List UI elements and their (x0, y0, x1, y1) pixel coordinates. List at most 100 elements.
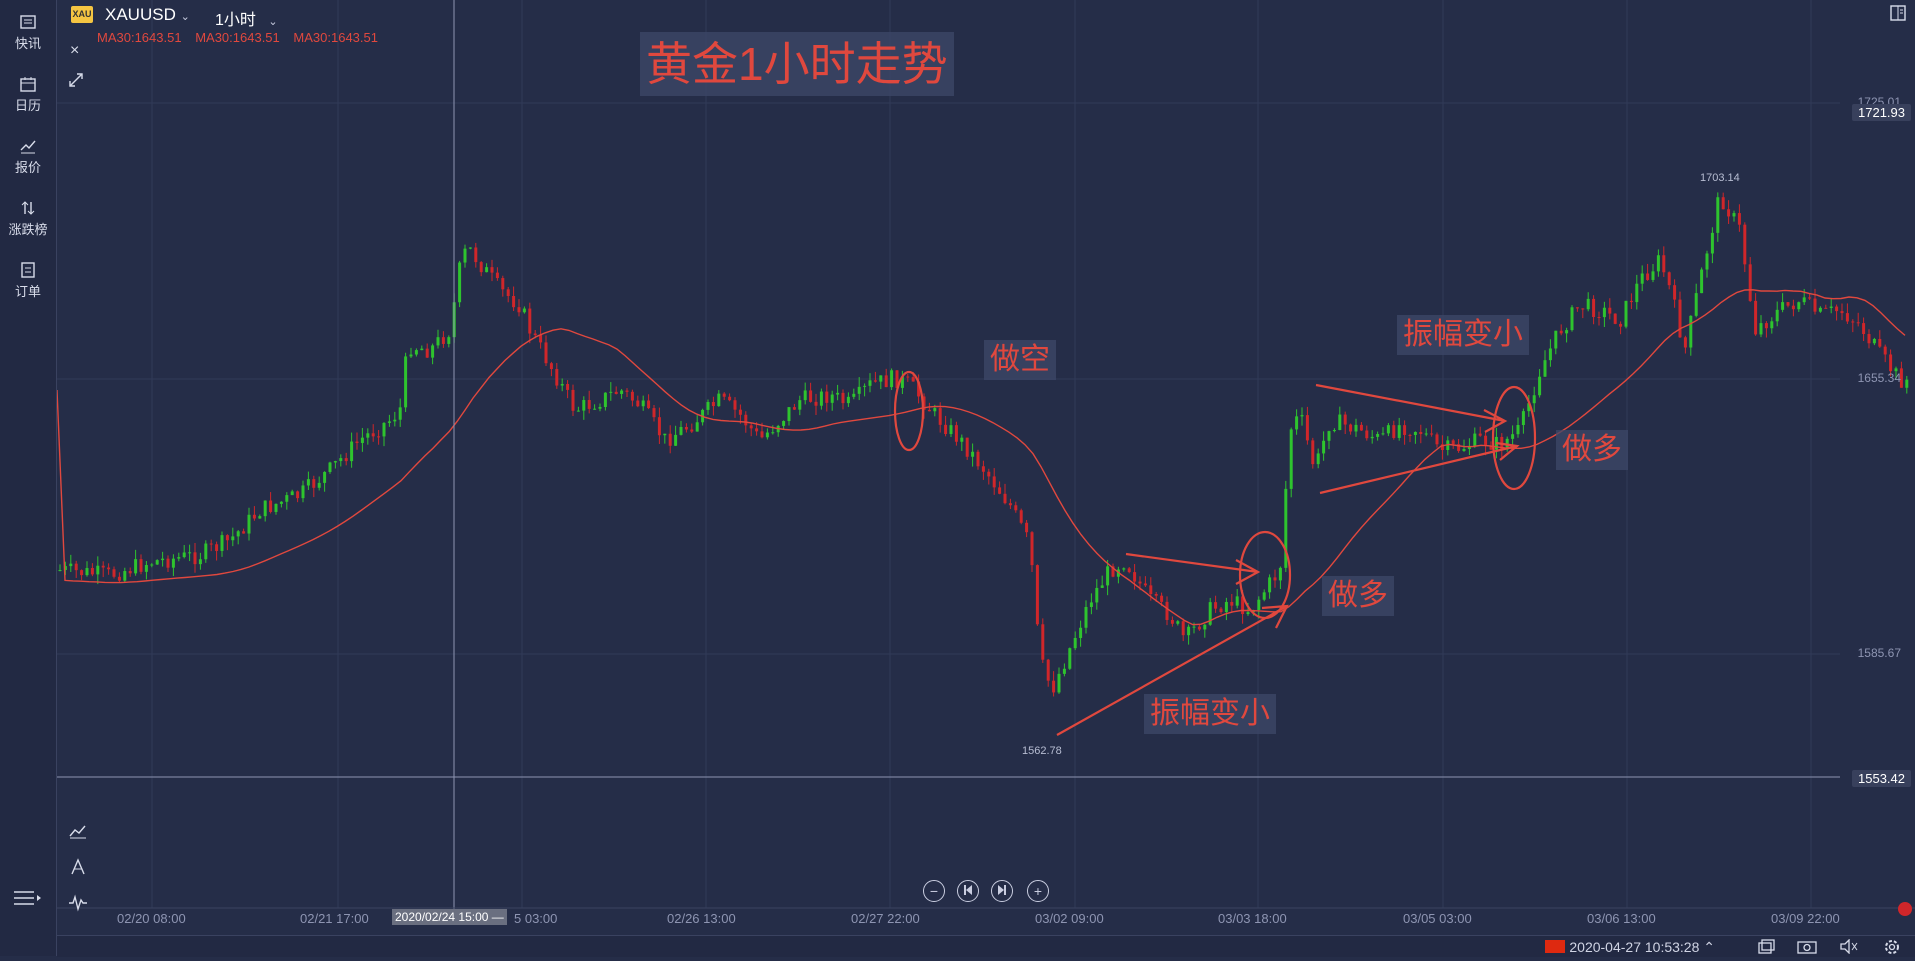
candle-body (576, 410, 580, 412)
candle-body (1678, 299, 1682, 338)
candle-body (58, 570, 62, 572)
long-annotation: 做多 (1556, 430, 1628, 470)
candle-body (857, 386, 861, 394)
candle-body (1160, 595, 1164, 602)
candle-body (1905, 379, 1909, 388)
candle-body (1322, 440, 1326, 454)
candle-body (522, 308, 526, 313)
china-flag-icon (1545, 940, 1565, 953)
candlestick-chart[interactable] (57, 0, 1915, 956)
sidebar-item-quote[interactable]: 报价 (0, 138, 56, 176)
candle-body (1889, 354, 1893, 372)
candle-body (1613, 313, 1617, 324)
candle-body (1143, 583, 1147, 586)
candle-body (1602, 307, 1606, 318)
order-icon (21, 262, 35, 278)
drawing-tool-icon[interactable] (68, 858, 88, 881)
candle-body (571, 389, 575, 411)
camera-icon[interactable] (1797, 939, 1817, 959)
candle-body (679, 426, 683, 435)
chevron-up-icon[interactable]: ⌃ (1703, 939, 1715, 955)
candle-body (836, 392, 840, 395)
price-axis-label: 1655.34 (1857, 371, 1901, 385)
sidebar-item-calendar[interactable]: 日历 (0, 76, 56, 114)
candle-body (728, 396, 732, 401)
candle-body (323, 471, 327, 483)
candle-body (1214, 602, 1218, 609)
candle-body (1289, 429, 1293, 489)
candle-body (1727, 209, 1731, 217)
candle-body (301, 485, 305, 499)
wave-icon[interactable] (68, 894, 88, 917)
candle-body (846, 396, 850, 404)
scroll-to-start-button[interactable] (957, 880, 979, 902)
candle-body (938, 408, 942, 425)
candle-body (1872, 338, 1876, 344)
candle-body (1635, 283, 1639, 303)
candle-body (1359, 424, 1363, 431)
ma-label: MA30:1643.51 (97, 30, 182, 45)
indicator-icon[interactable] (68, 822, 88, 845)
candle-body (1068, 648, 1072, 669)
candle-body (501, 278, 505, 290)
mute-icon[interactable] (1839, 938, 1859, 959)
sidebar-item-news[interactable]: 快讯 (0, 14, 56, 52)
candle-body (1230, 601, 1234, 606)
candle-body (1608, 307, 1612, 314)
candle-body (1327, 431, 1331, 441)
candle-body (1689, 315, 1693, 348)
candle-body (1878, 338, 1882, 347)
zoom-out-button[interactable]: − (923, 880, 945, 902)
candle-body (1424, 433, 1428, 435)
candle-body (1262, 592, 1266, 600)
narrow-range-annotation: 振幅变小 (1397, 315, 1529, 355)
candle-body (965, 437, 969, 457)
candle-body (382, 422, 386, 437)
zoom-in-button[interactable]: + (1027, 880, 1049, 902)
timeframe-selector[interactable]: 1小时 ⌄ (215, 6, 278, 30)
close-icon[interactable]: × (70, 42, 79, 60)
symbol-selector[interactable]: XAUUSD ⌄ (105, 5, 190, 25)
candle-body (549, 363, 553, 370)
candle-body (1376, 434, 1380, 437)
scroll-to-end-button[interactable] (991, 880, 1013, 902)
window-icon[interactable] (1757, 939, 1775, 959)
candle-body (296, 491, 300, 499)
sidebar-item-orders[interactable]: 订单 (0, 262, 56, 300)
candle-body (182, 552, 186, 558)
candle-body (85, 568, 89, 576)
menu-icon[interactable] (12, 888, 42, 913)
candle-body (992, 476, 996, 488)
sidebar-item-ranking[interactable]: 涨跌榜 (0, 200, 56, 238)
settings-gear-icon[interactable] (1883, 938, 1901, 961)
candle-body (258, 516, 262, 519)
candle-body (290, 491, 294, 496)
candle-body (1370, 436, 1374, 439)
alert-icon[interactable] (1898, 902, 1912, 916)
candle-body (1473, 433, 1477, 447)
candle-body (139, 559, 143, 572)
candle-body (1003, 493, 1007, 504)
converging-arrow (1319, 441, 1520, 495)
candle-body (1149, 585, 1153, 595)
candle-body (1835, 306, 1839, 312)
candle-body (344, 458, 348, 462)
sidebar-item-label: 涨跌榜 (8, 222, 48, 237)
narrow-range-annotation: 振幅变小 (1144, 694, 1276, 734)
collapse-icon[interactable] (68, 72, 84, 93)
candle-body (279, 501, 283, 504)
candle-body (657, 417, 661, 436)
candle-body (1203, 624, 1207, 630)
candle-body (587, 400, 591, 409)
candle-body (1095, 587, 1099, 603)
candle-body (933, 408, 937, 412)
candle-body (841, 392, 845, 404)
candle-body (1764, 323, 1768, 329)
candle-body (636, 400, 640, 407)
left-sidebar: 快讯 日历 报价 涨跌榜 订单 (0, 0, 57, 956)
panel-toggle-icon[interactable] (1889, 4, 1907, 27)
candle-body (220, 535, 224, 551)
candle-body (792, 407, 796, 410)
long-annotation: 做多 (1322, 576, 1394, 616)
candle-body (468, 247, 472, 249)
